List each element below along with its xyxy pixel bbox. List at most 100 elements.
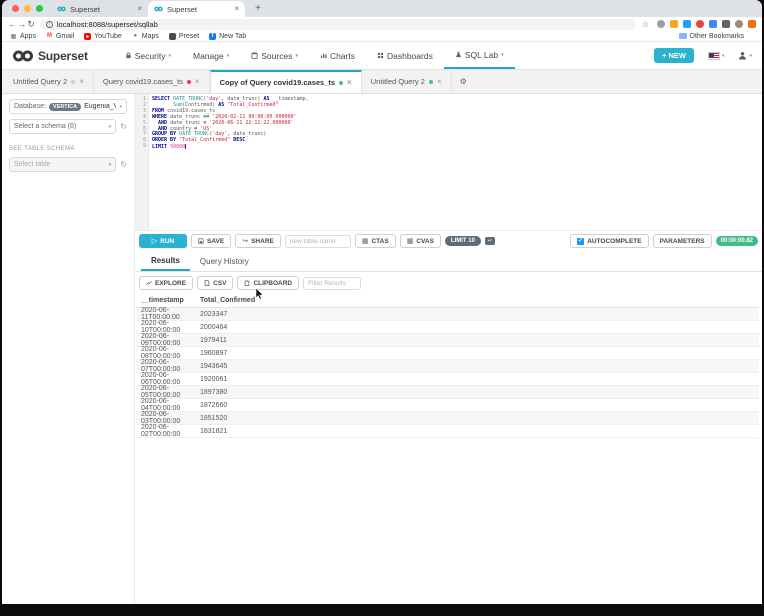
ctas-button[interactable]: ▦ CTAS — [354, 234, 396, 248]
new-button[interactable]: + NEW — [654, 48, 694, 63]
table-placeholder: Select table — [14, 161, 51, 168]
cell-total-confirmed: 1960897 — [200, 349, 228, 357]
clipboard-button[interactable]: CLIPBOARD — [237, 276, 300, 290]
browser-tab[interactable]: Superset × — [51, 1, 148, 17]
extension-icon[interactable] — [657, 20, 666, 28]
forward-icon[interactable]: → — [17, 19, 26, 29]
navbar-item-sql-lab[interactable]: SQL Lab ▾ — [443, 42, 515, 69]
table-row[interactable]: 2020-06-11T00:00:00 2023347 — [136, 307, 759, 321]
tab-results[interactable]: Results — [141, 251, 190, 271]
site-info-icon[interactable]: i — [45, 20, 53, 28]
navbar-item-manage[interactable]: Manage ▾ — [182, 42, 240, 69]
autocomplete-toggle[interactable]: ✓ AUTOCOMPLETE — [570, 234, 649, 248]
tab-query-history[interactable]: Query History — [190, 251, 259, 271]
new-tab-button[interactable]: + — [251, 2, 265, 16]
results-table-header[interactable]: __timestamp Total_Confirmed — [136, 294, 759, 308]
explore-button[interactable]: EXPLORE — [139, 276, 194, 290]
browser-tab[interactable]: Superset × — [148, 1, 245, 17]
extension-icon[interactable] — [709, 20, 718, 28]
bookmark-item[interactable]: ● Maps — [132, 33, 158, 40]
cvas-button[interactable]: ▦ CVAS — [399, 234, 441, 248]
bookmark-item[interactable]: Preset — [168, 32, 199, 40]
query-timer-badge: 00:00:00.82 — [715, 236, 758, 246]
sql-token: "Total_Confirmed" — [179, 137, 234, 144]
navbar-item-charts[interactable]: Charts — [309, 42, 366, 69]
save-button[interactable]: SAVE — [191, 234, 232, 248]
gear-icon[interactable]: ⚙ — [460, 77, 467, 86]
table-row[interactable]: 2020-06-08T00:00:00 1960897 — [136, 346, 759, 360]
save-icon — [198, 238, 204, 244]
back-icon[interactable]: ← — [8, 19, 17, 29]
sql-editor[interactable]: 123456789 SELECT DATE_TRUNC('day', date_… — [135, 94, 762, 231]
run-button[interactable]: ▷ RUN — [139, 234, 187, 248]
user-icon[interactable] — [738, 51, 747, 60]
table-row[interactable]: 2020-06-04T00:00:00 1872660 — [136, 398, 759, 412]
refresh-table-icon[interactable]: ↻ — [120, 160, 127, 169]
navbar-item-security[interactable]: Security ▾ — [114, 42, 182, 69]
extension-icon[interactable] — [696, 20, 705, 28]
table-select[interactable]: Select table ▾ — [9, 157, 117, 172]
close-window-button[interactable] — [12, 5, 19, 12]
maximize-window-button[interactable] — [36, 5, 43, 12]
navbar-item-dashboards[interactable]: Dashboards — [366, 42, 444, 69]
schema-select[interactable]: Select a schema (6) ▾ — [9, 119, 117, 134]
superset-logo[interactable]: Superset — [12, 49, 88, 63]
extension-icon[interactable] — [683, 20, 692, 28]
table-row[interactable]: 2020-06-03T00:00:00 1851520 — [136, 411, 759, 425]
minimize-window-button[interactable] — [24, 5, 31, 12]
table-row[interactable]: 2020-06-06T00:00:00 1920061 — [136, 372, 759, 386]
bookmark-star-icon[interactable]: ☆ — [642, 20, 649, 29]
cell-total-confirmed: 1897380 — [200, 388, 228, 396]
bookmark-item[interactable]: ▦ Apps — [10, 33, 36, 40]
extension-icon[interactable] — [735, 20, 744, 28]
other-bookmarks[interactable]: Other Bookmarks — [678, 33, 744, 40]
extension-icon[interactable] — [670, 20, 679, 28]
language-flag-icon[interactable] — [707, 51, 720, 60]
bookmark-item[interactable]: f New Tab — [209, 32, 246, 40]
table-row[interactable]: 2020-06-10T00:00:00 2000464 — [136, 320, 759, 334]
column-header-total-confirmed[interactable]: Total_Confirmed — [198, 297, 255, 304]
extension-icon[interactable] — [722, 20, 731, 28]
sqllab-content: 123456789 SELECT DATE_TRUNC('day', date_… — [135, 94, 762, 604]
sql-token: "Total_Confirmed" — [227, 101, 279, 108]
mouse-cursor — [255, 288, 264, 300]
query-tab[interactable]: Untitled Query 2 × — [4, 70, 94, 93]
window-controls[interactable] — [2, 0, 51, 17]
url-bar[interactable]: i localhost:8088/superset/sqllab — [39, 18, 636, 30]
user-caret-icon: ▾ — [749, 52, 752, 59]
query-tab[interactable]: Copy of Query covid19.cases_ts × — [209, 70, 362, 93]
limit-badge[interactable]: LIMIT 10 — [444, 236, 481, 246]
column-header-timestamp[interactable]: __timestamp — [136, 297, 198, 304]
refresh-schema-icon[interactable]: ↻ — [120, 122, 127, 131]
query-tab[interactable]: Query covid19.cases_ts × — [94, 70, 210, 93]
navbar-menu: Security ▾ Manage ▾ Sources ▾ Charts Dashboards… — [114, 42, 515, 69]
editor-code[interactable]: SELECT DATE_TRUNC('day', date_trunc) AS … — [149, 94, 309, 230]
reload-icon[interactable]: ↻ — [27, 19, 36, 30]
table-row[interactable]: 2020-06-05T00:00:00 1897380 — [136, 385, 759, 399]
new-table-name-input[interactable] — [284, 234, 351, 248]
close-icon[interactable]: × — [437, 77, 442, 86]
close-icon[interactable]: × — [347, 78, 352, 87]
browser-window: Superset × Superset × + ← → ↻ i localhost:8… — [2, 0, 762, 604]
cell-total-confirmed: 1943645 — [200, 362, 228, 370]
bookmark-item[interactable]: ▸ YouTube — [84, 32, 122, 40]
filter-results-input[interactable] — [303, 276, 362, 290]
navbar-item-sources[interactable]: Sources ▾ — [240, 42, 309, 69]
table-row[interactable]: 2020-06-09T00:00:00 1979411 — [136, 333, 759, 347]
bookmark-item[interactable]: M Gmail — [46, 33, 74, 40]
chevron-down-icon: ▾ — [226, 52, 230, 59]
csv-button[interactable]: CSV — [197, 276, 234, 290]
close-icon[interactable]: × — [137, 5, 142, 13]
close-icon[interactable]: × — [79, 77, 84, 86]
share-button[interactable]: ↪ SHARE — [235, 234, 281, 248]
extension-icon[interactable] — [748, 20, 757, 28]
query-tab[interactable]: Untitled Query 2 × — [362, 70, 452, 93]
database-select[interactable]: Database: VERTICA Eugenia_Verti ▾ — [9, 99, 127, 114]
table-row[interactable]: 2020-06-02T00:00:00 1831821 — [136, 424, 759, 438]
close-icon[interactable]: × — [195, 77, 200, 86]
status-dot-green — [339, 80, 344, 85]
parameters-button[interactable]: PARAMETERS — [652, 234, 712, 248]
cell-timestamp: 2020-06-09T00:00:00 — [141, 333, 181, 347]
close-icon[interactable]: × — [234, 5, 239, 13]
table-row[interactable]: 2020-06-07T00:00:00 1943645 — [136, 359, 759, 373]
